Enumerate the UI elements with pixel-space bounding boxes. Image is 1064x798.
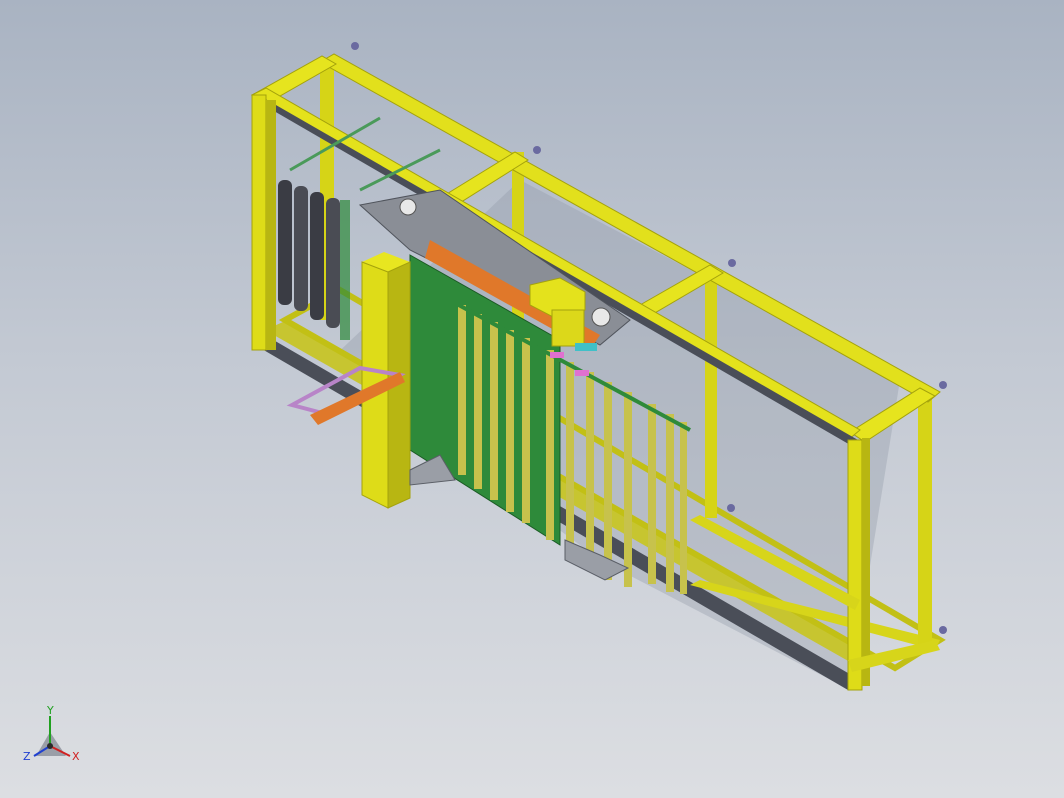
frame-post-front-left-side [266,100,276,350]
cyan-fitting [575,343,597,351]
z-axis-label: Z [23,750,31,763]
3d-assembly-model[interactable] [0,0,1064,798]
y-axis-label: Y [46,704,54,717]
frame-post-back-right [918,390,932,648]
pulley-left [399,198,417,216]
pulley-right [591,307,611,327]
frame-post-front-right [847,439,863,691]
x-axis-label: X [72,750,80,763]
pink-fitting-2 [575,370,589,376]
cad-viewport[interactable]: Y X Z [0,0,1064,798]
head-block-body [551,309,585,347]
frame-post-front-left [251,94,267,351]
frame-post-front-right-side [862,438,870,686]
pink-fitting-1 [550,352,564,358]
frame-post-back-mid2 [705,268,717,518]
triad-origin [47,743,53,749]
orientation-triad: Y X Z [23,704,80,763]
